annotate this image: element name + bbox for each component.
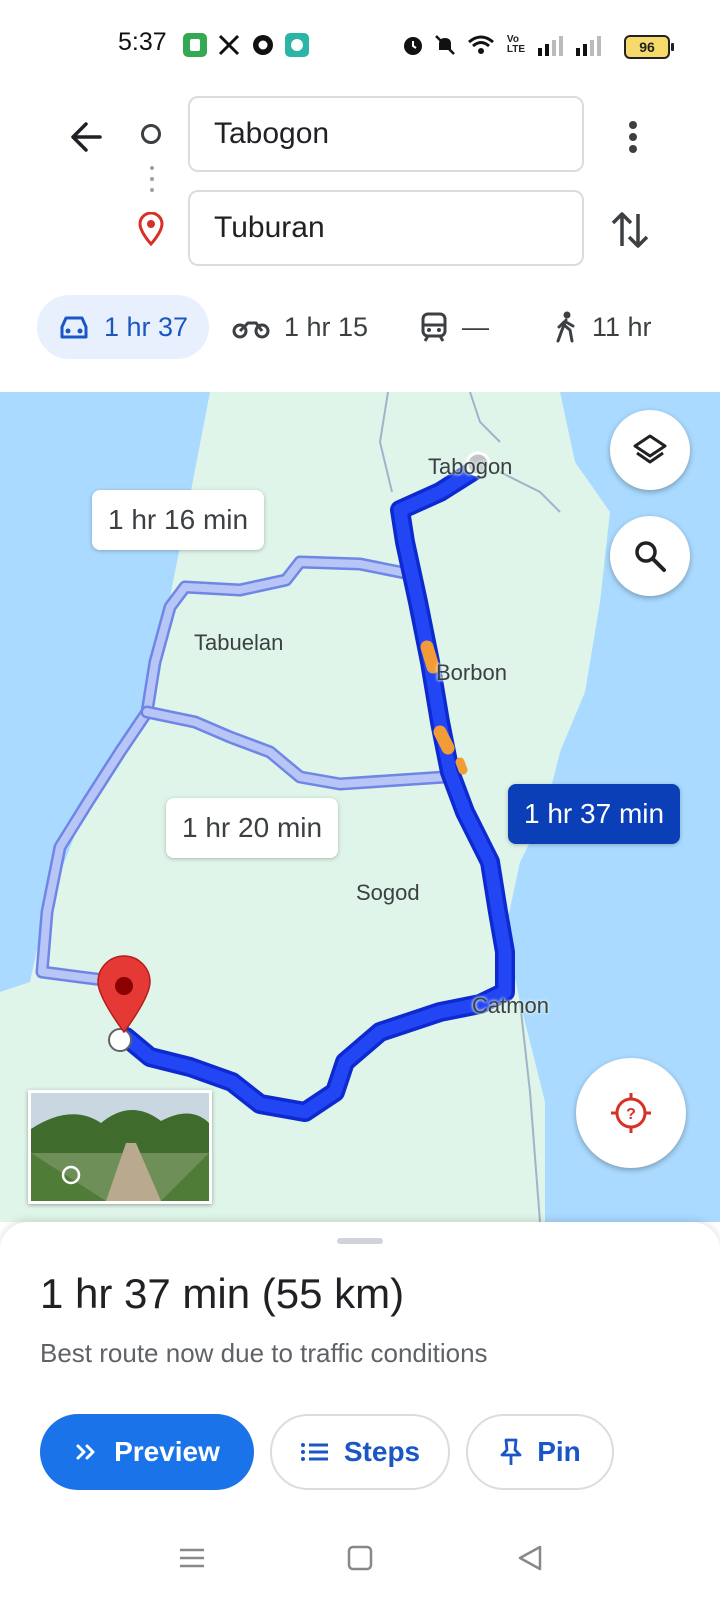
svg-text:?: ? (626, 1106, 636, 1123)
steps-button[interactable]: Steps (270, 1414, 450, 1490)
mode-walk[interactable]: 11 hr (552, 295, 652, 359)
location-unknown-icon: ? (611, 1093, 651, 1133)
route-dots-icon (150, 166, 154, 200)
recents-button[interactable] (178, 1544, 206, 1577)
mode-motorcycle-label: 1 hr 15 (284, 311, 369, 342)
x-icon (216, 32, 242, 58)
destination-field[interactable]: Tuburan (188, 190, 584, 266)
app-icon (182, 32, 208, 58)
place-tabuelan: Tabuelan (194, 630, 284, 655)
train-icon (421, 312, 447, 342)
mode-drive-label: 1 hr 37 (103, 311, 189, 342)
status-bar: 5:37 Vo LTE 96 (0, 0, 720, 90)
preview-label: Preview (114, 1436, 220, 1467)
search-icon (635, 541, 666, 572)
layers-icon (633, 434, 667, 464)
origin-circle-icon (141, 124, 161, 144)
search-map-button[interactable] (610, 516, 690, 596)
alarm-icon (400, 32, 426, 58)
street-view-thumbnail[interactable] (28, 1090, 212, 1204)
pin-button[interactable]: Pin (466, 1414, 614, 1490)
place-sogod: Sogod (356, 880, 420, 905)
motorcycle-icon (232, 321, 270, 339)
mode-walk-label: 11 hr (592, 311, 652, 342)
status-time: 5:37 (118, 28, 167, 56)
double-chevron-right-icon (76, 1444, 95, 1460)
home-button[interactable] (346, 1544, 374, 1577)
triangle-back-icon (518, 1545, 542, 1571)
mode-transit-label: — (462, 311, 489, 342)
system-nav-bar (0, 1520, 720, 1600)
my-location-button[interactable]: ? (576, 1058, 686, 1168)
mode-motorcycle[interactable]: 1 hr 15 (232, 295, 368, 359)
pushpin-icon (500, 1438, 522, 1465)
back-nav-button[interactable] (516, 1544, 544, 1577)
traffic-segment (420, 640, 440, 674)
route-label-alt2[interactable]: 1 hr 20 min (166, 798, 339, 858)
origin-field[interactable]: Tabogon (188, 96, 584, 172)
wifi-icon (466, 32, 496, 58)
volte-icon: Vo LTE (506, 34, 526, 55)
mode-transit[interactable]: — (420, 295, 489, 359)
menu-icon (180, 1548, 204, 1568)
list-icon (300, 1443, 328, 1461)
route-reason: Best route now due to traffic conditions (40, 1338, 488, 1368)
steps-label: Steps (343, 1436, 421, 1467)
route-summary: 1 hr 37 min (55 km) (40, 1270, 405, 1317)
swap-vert-icon (611, 212, 649, 248)
layers-button[interactable] (610, 410, 690, 490)
destination-dot (108, 1028, 132, 1052)
signal-icon (536, 32, 566, 58)
pin-label: Pin (537, 1436, 581, 1467)
place-borbon: Borbon (436, 660, 507, 685)
sheet-drag-handle[interactable] (337, 1238, 383, 1244)
more-vert-icon (629, 121, 637, 153)
place-catmon: Catmon (472, 993, 550, 1018)
mute-icon (432, 32, 458, 58)
traffic-segment (433, 725, 455, 755)
back-button[interactable] (62, 112, 112, 162)
route-label-alt1[interactable]: 1 hr 16 min (92, 490, 265, 550)
square-icon (347, 1545, 373, 1571)
walk-icon (556, 311, 575, 343)
mode-drive[interactable]: 1 hr 37 (37, 295, 209, 359)
place-tabogon: Tabogon (428, 454, 513, 479)
chat-icon (284, 32, 310, 58)
destination-pin-icon (136, 211, 166, 247)
arrow-left-icon (71, 122, 102, 152)
battery-indicator: 96 (624, 35, 674, 59)
destination-pin-center (115, 977, 133, 995)
chrome-icon (250, 32, 276, 58)
car-icon (60, 316, 88, 339)
swap-button[interactable] (608, 206, 652, 254)
signal-icon (574, 32, 604, 58)
more-options-button[interactable] (618, 112, 648, 162)
traffic-segment (455, 757, 468, 775)
route-label-best[interactable]: 1 hr 37 min (508, 784, 681, 844)
preview-button[interactable]: Preview (40, 1414, 254, 1490)
